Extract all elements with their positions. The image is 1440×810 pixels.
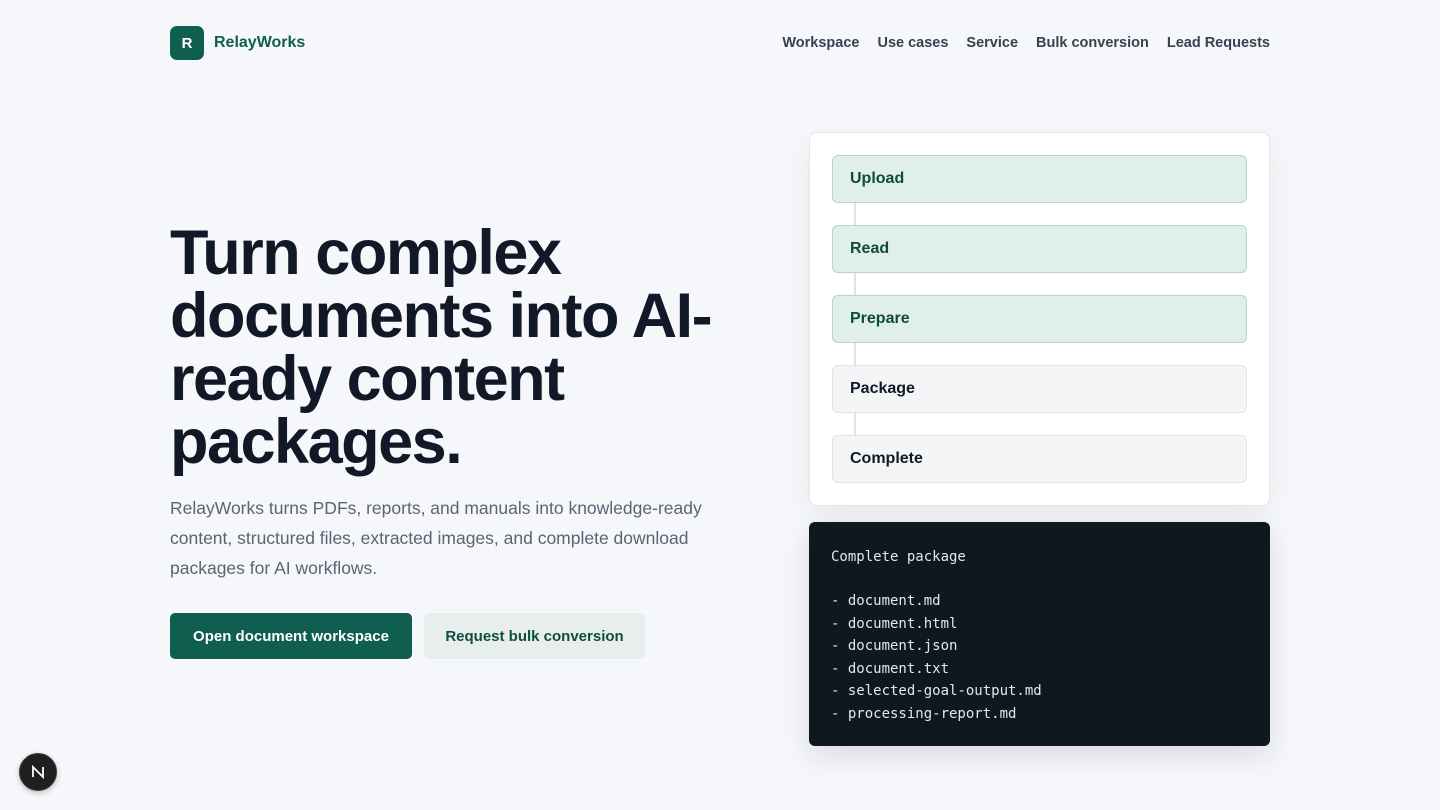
step-connector: [854, 203, 856, 225]
step-complete: Complete: [832, 435, 1247, 483]
nav-item-lead-requests[interactable]: Lead Requests: [1167, 35, 1270, 51]
package-file-item: - document.html: [831, 615, 958, 632]
brand-logo-link[interactable]: R RelayWorks: [170, 26, 305, 60]
package-file-item: - document.json: [831, 638, 958, 654]
package-file-item: - document.md: [831, 593, 941, 609]
step-prepare: Prepare: [832, 295, 1247, 343]
step-read: Read: [832, 225, 1247, 273]
hero-description: RelayWorks turns PDFs, reports, and manu…: [170, 498, 702, 578]
package-output-panel: Complete package - document.md - documen…: [809, 522, 1270, 746]
step-package: Package: [832, 365, 1247, 413]
step-connector: [854, 343, 856, 365]
package-file-item: - processing-report.md: [831, 705, 1017, 722]
pipeline-steps-card: Upload Read Prepare Package Complete: [809, 132, 1270, 506]
open-workspace-button[interactable]: Open document workspace: [170, 613, 412, 659]
step-upload: Upload: [832, 155, 1247, 203]
n-logo-icon: [32, 764, 44, 780]
nav-item-use-cases[interactable]: Use cases: [877, 35, 948, 51]
site-header: R RelayWorks Workspace Use cases Service…: [170, 26, 1270, 60]
request-bulk-conversion-button[interactable]: Request bulk conversion: [424, 613, 645, 659]
main-nav: Workspace Use cases Service Bulk convers…: [782, 35, 1270, 51]
package-file-item: - selected-goal-output.md: [831, 683, 1042, 699]
cta-row: Open document workspace Request bulk con…: [170, 613, 645, 659]
package-title: Complete package: [831, 549, 966, 565]
next-n-icon[interactable]: [19, 753, 57, 791]
package-file-item: - document.txt: [831, 660, 950, 677]
step-connector: [854, 413, 856, 435]
nav-item-service[interactable]: Service: [966, 35, 1018, 51]
brand-name: RelayWorks: [214, 34, 306, 51]
nav-item-bulk-conversion[interactable]: Bulk conversion: [1036, 35, 1149, 51]
hero-title: Turn complex documents into AI-ready con…: [170, 218, 713, 477]
brand-mark: R: [170, 26, 204, 60]
nav-item-workspace[interactable]: Workspace: [782, 35, 859, 51]
landing-page: R RelayWorks Workspace Use cases Service…: [0, 0, 1440, 810]
step-connector: [854, 273, 856, 295]
